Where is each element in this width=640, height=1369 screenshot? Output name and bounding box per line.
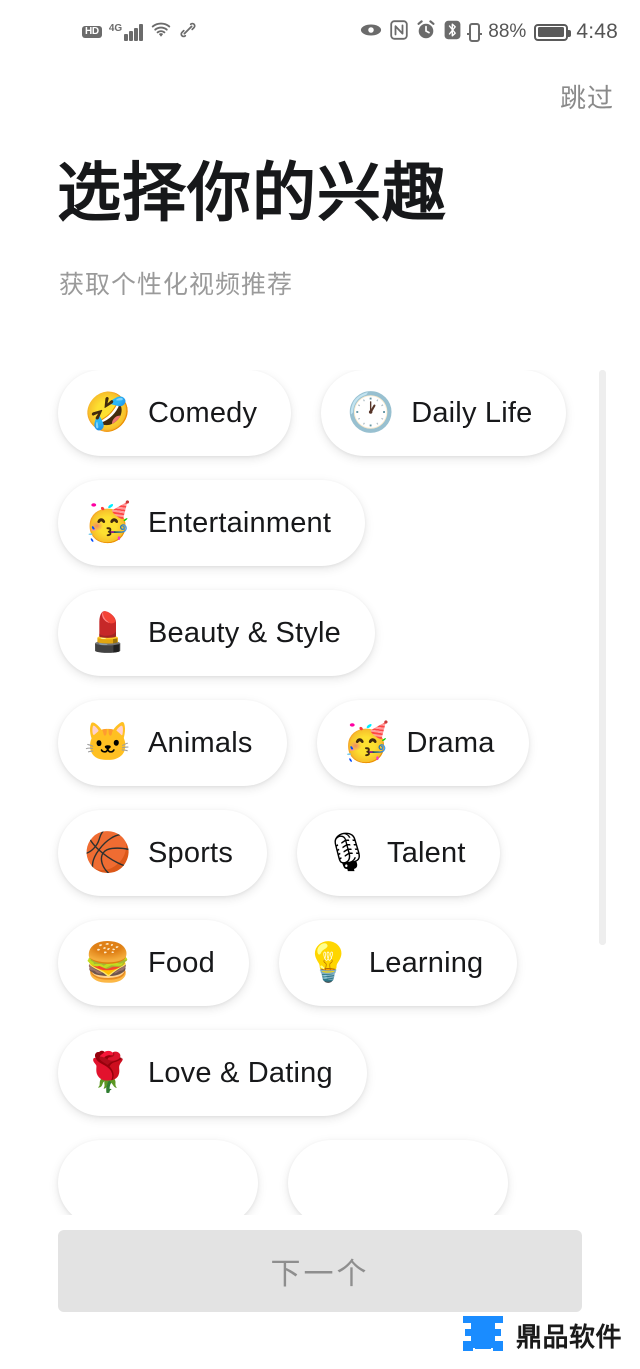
interest-chip[interactable]: 🌹 Love & Dating (58, 1030, 367, 1116)
page-subtitle: 获取个性化视频推荐 (59, 271, 294, 299)
status-bar-left-group: HD 4G (82, 21, 197, 43)
network-type-indicator: 4G (109, 23, 143, 41)
skip-button[interactable]: 跳过 (560, 78, 614, 115)
alarm-clock-icon (416, 20, 436, 44)
link-icon (179, 21, 197, 43)
page-title: 选择你的兴趣 (57, 157, 447, 229)
interest-chip-label: Talent (387, 836, 466, 869)
battery-icon (534, 23, 572, 41)
interest-chip-label: Daily Life (411, 396, 533, 429)
interest-chip[interactable]: 🕐 Daily Life (321, 370, 567, 456)
studio-microphone-emoji: 🎙 (323, 832, 372, 874)
interest-chip-label: Entertainment (148, 506, 332, 539)
scrollbar-thumb[interactable] (599, 370, 606, 945)
rolling-on-the-floor-laughing-emoji: 🤣 (84, 392, 132, 434)
signal-bars-icon (124, 24, 143, 41)
interest-chip[interactable] (288, 1140, 508, 1215)
status-bar-right-group: 88% 4:48 (360, 20, 618, 44)
watermark-label: 鼎品软件 (515, 1322, 622, 1352)
interest-chip-label: Sports (148, 836, 234, 869)
interest-chip[interactable]: 🏀 Sports (58, 810, 268, 896)
interest-chip[interactable]: 🤣 Comedy (58, 370, 292, 456)
interest-chip[interactable]: 💄 Beauty & Style (58, 590, 376, 676)
partying-face-emoji: 🥳 (84, 502, 132, 544)
interest-chips-list: 🤣 Comedy 🕐 Daily Life 🥳 Entertainment 💄 Beauty … (0, 370, 640, 1215)
scrollbar-track[interactable] (599, 370, 606, 945)
interest-chip[interactable]: 🥳 Drama (316, 700, 529, 786)
rose-emoji: 🌹 (84, 1052, 132, 1094)
partying-face-emoji: 🥳 (342, 722, 390, 764)
interest-chip[interactable]: 💡 Learning (278, 920, 518, 1006)
interest-chip-label: Animals (148, 726, 253, 759)
interest-chip[interactable]: 🥳 Entertainment (58, 480, 366, 566)
network-type-label: 4G (108, 23, 123, 34)
interest-chip[interactable] (58, 1140, 258, 1215)
interest-chip-label: Food (148, 946, 215, 979)
battery-percent-label: 88% (488, 21, 527, 42)
interest-chip-label: Comedy (148, 396, 258, 429)
bluetooth-icon (444, 20, 461, 44)
cat-face-emoji: 🐱 (84, 722, 132, 764)
interest-chip-label: Beauty & Style (148, 616, 342, 649)
eye-icon (360, 22, 382, 42)
secondary-battery-icon (467, 22, 483, 42)
interest-chip[interactable]: 🍔 Food (58, 920, 249, 1006)
dingpin-logo-icon (460, 1312, 506, 1359)
hamburger-emoji: 🍔 (84, 942, 132, 984)
interest-chip-label: Learning (368, 946, 484, 979)
interest-selection-screen: HD 4G 88% 4:48 跳过 选择你的兴趣 获取个性化视频推荐 🤣 Com… (0, 0, 640, 1369)
interest-chip[interactable]: 🐱 Animals (58, 700, 287, 786)
lipstick-emoji: 💄 (84, 612, 132, 654)
status-bar: HD 4G 88% 4:48 (0, 0, 640, 64)
interest-chips-viewport: 🤣 Comedy 🕐 Daily Life 🥳 Entertainment 💄 Beauty … (0, 370, 640, 1215)
clock-label: 4:48 (576, 20, 618, 43)
interest-chip-label: Drama (406, 726, 495, 759)
light-bulb-emoji: 💡 (304, 942, 353, 984)
next-button-label: 下一个 (270, 1258, 370, 1291)
basketball-emoji: 🏀 (84, 832, 132, 874)
next-button[interactable]: 下一个 (58, 1230, 582, 1312)
watermark: 鼎品软件 (460, 1312, 622, 1359)
interest-chip[interactable]: 🎙 Talent (297, 810, 500, 896)
interest-chip-label: Love & Dating (148, 1056, 333, 1089)
nfc-icon (390, 20, 408, 44)
hd-icon: HD (82, 25, 102, 39)
wifi-icon (150, 21, 172, 43)
clock-emoji: 🕐 (347, 392, 395, 434)
